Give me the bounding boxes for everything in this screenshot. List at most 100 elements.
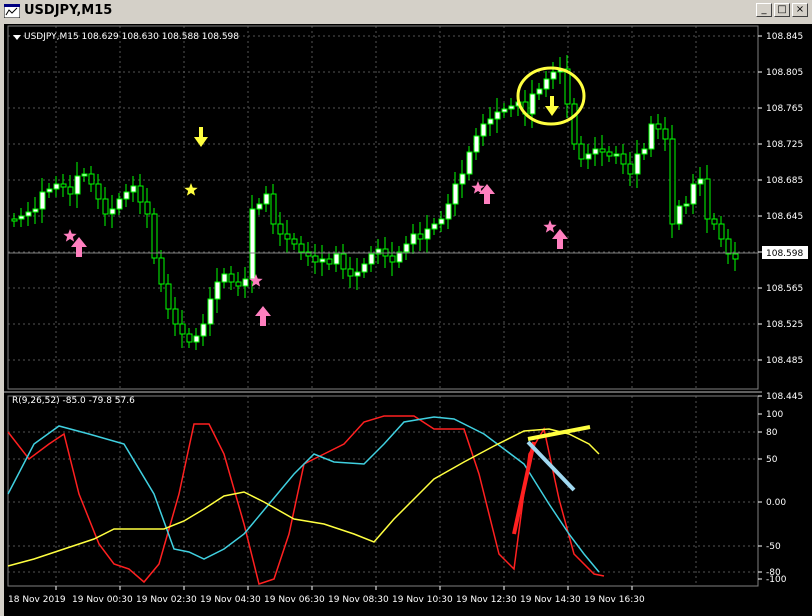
candle-body [319,258,326,263]
ind-tick-label: -50 [766,542,781,552]
candle-body [116,198,123,210]
candle-body [697,178,704,185]
candle-body [606,151,613,157]
price-tick-label: 108.485 [766,356,803,366]
candle-body [326,258,333,265]
candle-body [732,253,739,260]
chart-area[interactable]: 108.845 108.805 108.765 108.725 108.685 108.6… [4,24,812,616]
price-tick-label: 108.445 [766,392,803,402]
candle-body [641,148,648,155]
indicator-lines [7,415,605,585]
time-tick-label: 19 Nov 00:30 [72,595,133,605]
price-tick-label: 108.685 [766,176,803,186]
candle-body [270,193,277,225]
candle-body [676,205,683,225]
time-tick-label: 19 Nov 08:30 [328,595,389,605]
candle-body [592,148,599,155]
candle-body [494,111,501,120]
time-tick-label: 18 Nov 2019 [8,595,66,605]
indicator-axis: 10080500.00-50-80-100 [758,410,787,585]
minimize-button[interactable]: _ [756,3,772,17]
candle-body [480,123,487,137]
candle-body [165,283,172,310]
candle-body [221,273,228,283]
candle-body [466,151,473,175]
price-tick-label: 108.565 [766,284,803,294]
candle-body [151,213,158,259]
down-arrow-icon [194,127,208,147]
red-annotation-line [512,441,536,535]
time-tick-label: 19 Nov 10:30 [392,595,453,605]
candle-body [704,178,711,220]
candle-body [32,208,39,213]
candle-body [711,218,718,225]
red-line [7,415,605,585]
candle-body [277,223,284,235]
annotations [63,66,591,535]
candle-body [445,203,452,220]
candles [11,55,739,350]
candle-body [620,153,627,165]
candle-body [536,88,543,95]
time-tick-label: 19 Nov 04:30 [200,595,261,605]
candle-body [438,218,445,225]
candle-body [529,93,536,115]
candle-body [725,238,732,255]
window-title: USDJPY,M15 [24,3,113,18]
down-arrow-icon [545,96,559,116]
candle-body [39,191,46,210]
candle-body [235,281,242,287]
candle-body [284,233,291,240]
candle-body [690,183,697,205]
candle-body [424,228,431,240]
candle-body [263,193,270,205]
candle-body [718,223,725,240]
price-chart[interactable]: 108.845 108.805 108.765 108.725 108.685 108.6… [4,24,812,616]
price-tick-label: 108.845 [766,32,803,42]
candle-body [179,323,186,335]
candle-body [60,183,67,188]
time-tick-label: 19 Nov 14:30 [520,595,581,605]
candle-body [242,278,249,287]
candle-body [431,223,438,230]
candle-body [53,183,60,190]
candle-body [109,208,116,215]
grid [8,26,758,586]
candle-body [585,153,592,160]
candle-body [347,268,354,277]
up-arrow-icon [255,306,271,326]
candle-body [291,238,298,245]
indicator-label: R(9,26,52) -85.0 -79.8 57.6 [12,396,135,406]
candle-body [354,271,361,277]
candle-body [452,183,459,205]
star-icon [184,183,198,196]
collapse-triangle-icon[interactable] [13,35,21,40]
maximize-button[interactable]: □ [774,3,790,17]
candle-body [543,78,550,90]
candle-body [333,253,340,265]
candle-body [25,211,32,217]
candle-body [634,153,641,175]
ind-tick-label: 50 [766,455,778,465]
close-button[interactable]: × [792,3,808,17]
candle-body [11,218,18,222]
time-tick-label: 19 Nov 06:30 [264,595,325,605]
ind-tick-label: 0.00 [766,498,786,508]
candle-body [648,123,655,150]
candle-body [228,273,235,283]
price-tick-label: 108.805 [766,68,803,78]
candle-body [214,281,221,300]
candle-body [95,183,102,200]
price-axis: 108.845 108.805 108.765 108.725 108.685 108.6… [758,32,803,402]
candle-body [361,263,368,273]
time-tick-label: 19 Nov 16:30 [584,595,645,605]
candle-body [249,208,256,280]
candle-body [340,253,347,270]
star-icon [543,220,557,233]
candle-body [655,123,662,130]
candle-body [137,185,144,203]
candle-body [627,163,634,175]
price-tick-label: 108.525 [766,320,803,330]
candle-body [459,173,466,185]
candle-body [312,255,319,263]
